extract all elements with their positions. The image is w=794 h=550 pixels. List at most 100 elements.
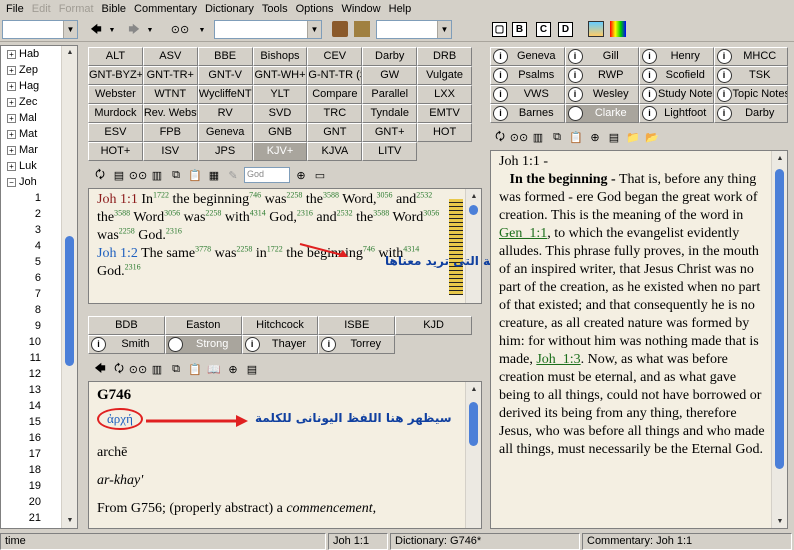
- verse-word[interactable]: was: [184, 210, 206, 225]
- tab-kjv-[interactable]: KJV+: [252, 142, 308, 161]
- menu-bible[interactable]: Bible: [98, 3, 130, 15]
- zoom-icon[interactable]: ⊕: [225, 361, 241, 377]
- verse-word[interactable]: in: [256, 246, 267, 261]
- scroll-up-icon[interactable]: ▲: [772, 151, 787, 165]
- verse-word[interactable]: the beginning: [173, 192, 250, 207]
- tree-chapter[interactable]: 18: [1, 462, 77, 478]
- tab-gnt[interactable]: GNT: [307, 123, 363, 142]
- tree-chapter[interactable]: 15: [1, 414, 77, 430]
- tree-book-hag[interactable]: + Hag: [1, 78, 77, 94]
- tab-fpb[interactable]: FPB: [142, 123, 198, 142]
- tab-geneva[interactable]: Geneva: [197, 123, 253, 142]
- verse-word[interactable]: Word: [393, 210, 424, 225]
- bible-scrollbar[interactable]: ▲: [465, 189, 481, 303]
- strong-number[interactable]: 4314: [403, 244, 419, 253]
- expand-icon[interactable]: +: [7, 49, 16, 59]
- page-icon[interactable]: ▥: [149, 361, 165, 377]
- verse-word[interactable]: and: [396, 192, 416, 207]
- tree-chapter[interactable]: 19: [1, 478, 77, 494]
- binoculars-icon[interactable]: ⊙⊙: [129, 167, 147, 183]
- copy-icon[interactable]: ⧉: [549, 129, 565, 145]
- tab-gnb[interactable]: GNB: [252, 123, 308, 142]
- expand-icon[interactable]: +: [7, 81, 16, 91]
- search-select[interactable]: ▼: [214, 20, 322, 39]
- strong-number[interactable]: 2258: [286, 190, 302, 199]
- strong-number[interactable]: 2258: [119, 226, 135, 235]
- tab-thayer[interactable]: i Thayer: [241, 335, 319, 354]
- tab-litv[interactable]: LITV: [362, 142, 418, 161]
- dropdown-arrow-icon[interactable]: ▼: [437, 21, 451, 38]
- menu-dictionary[interactable]: Dictionary: [201, 3, 258, 15]
- bible-text[interactable]: ▲ Joh 1:1 In1722 the beginning746 was225…: [88, 188, 482, 304]
- verse-word[interactable]: the: [356, 210, 373, 225]
- copy-icon[interactable]: ⧉: [168, 361, 184, 377]
- verse-ruler[interactable]: [449, 199, 463, 295]
- verse-word[interactable]: and: [316, 210, 336, 225]
- verse-word[interactable]: the: [97, 210, 114, 225]
- tree-chapter[interactable]: 21: [1, 510, 77, 526]
- tab-bishops[interactable]: Bishops: [252, 47, 308, 66]
- tab-asv[interactable]: ASV: [142, 47, 198, 66]
- tab-svd[interactable]: SVD: [252, 104, 308, 123]
- tab-esv[interactable]: ESV: [88, 123, 143, 142]
- back-arrow-icon[interactable]: 🡄: [92, 361, 108, 377]
- tab-gnt-tr-[interactable]: GNT-TR+: [142, 66, 198, 85]
- dropdown-arrow-icon[interactable]: ▼: [142, 22, 158, 38]
- scroll-thumb[interactable]: [469, 402, 478, 446]
- tree-chapter[interactable]: 1: [1, 190, 77, 206]
- strong-number[interactable]: 3588: [323, 190, 339, 199]
- tree-chapter[interactable]: 17: [1, 446, 77, 462]
- tab-emtv[interactable]: EMTV: [417, 104, 472, 123]
- expand-icon[interactable]: +: [7, 129, 16, 139]
- tree-chapter[interactable]: 11: [1, 350, 77, 366]
- verse-word[interactable]: the: [306, 192, 323, 207]
- expand-icon[interactable]: +: [7, 65, 16, 75]
- binoculars-icon[interactable]: ⊙⊙: [171, 21, 189, 37]
- tree-chapter[interactable]: 16: [1, 430, 77, 446]
- expand-icon[interactable]: +: [7, 113, 16, 123]
- menu-tools[interactable]: Tools: [258, 3, 292, 15]
- verse-word[interactable]: Word,: [342, 192, 376, 207]
- strong-number[interactable]: 2532: [337, 208, 353, 217]
- module-select[interactable]: ▼: [376, 20, 452, 39]
- tab-rev-webster-[interactable]: Rev. Webster+: [142, 104, 198, 123]
- pencil-icon[interactable]: ✎: [225, 167, 241, 183]
- open-book-icon[interactable]: 📖: [206, 361, 222, 377]
- strong-number[interactable]: 2316: [297, 208, 313, 217]
- tab-parallel[interactable]: Parallel: [362, 85, 418, 104]
- forward-arrow-icon[interactable]: 🡆: [126, 22, 142, 38]
- tab-hot[interactable]: HOT: [417, 123, 472, 142]
- tab-torrey[interactable]: i Torrey: [318, 335, 396, 354]
- expand-icon[interactable]: +: [7, 161, 16, 171]
- tab-rwp[interactable]: i RWP: [564, 66, 639, 85]
- refresh-icon[interactable]: 🗘: [492, 129, 508, 145]
- tree-book-zec[interactable]: + Zec: [1, 94, 77, 110]
- tab-alt[interactable]: ALT: [88, 47, 143, 66]
- strong-number[interactable]: 746: [249, 190, 261, 199]
- tab-mhcc[interactable]: i MHCC: [713, 47, 788, 66]
- verse-word[interactable]: God.: [97, 264, 125, 279]
- tab-gill[interactable]: i Gill: [564, 47, 639, 66]
- tab-wesley[interactable]: i Wesley: [564, 85, 639, 104]
- tab-clarke[interactable]: i Clarke: [564, 104, 639, 123]
- tab-strong[interactable]: i Strong: [164, 335, 242, 354]
- verse-word[interactable]: was: [97, 228, 119, 243]
- strong-number[interactable]: 3588: [373, 208, 389, 217]
- tab-lxx[interactable]: LXX: [417, 85, 472, 104]
- menu-commentary[interactable]: Commentary: [130, 3, 201, 15]
- tab-vulgate[interactable]: Vulgate: [417, 66, 472, 85]
- tab-gnt-wh-[interactable]: GNT-WH+: [252, 66, 308, 85]
- tree-chapter[interactable]: 5: [1, 254, 77, 270]
- menu-format[interactable]: Format: [55, 3, 98, 15]
- tab-lightfoot[interactable]: i Lightfoot: [639, 104, 714, 123]
- scroll-up-icon[interactable]: ▲: [466, 189, 481, 203]
- tree-chapter[interactable]: 8: [1, 302, 77, 318]
- strong-number[interactable]: 1722: [267, 244, 283, 253]
- menu-edit[interactable]: Edit: [28, 3, 55, 15]
- verse-ref[interactable]: Joh 1:1: [97, 192, 138, 207]
- paste-icon[interactable]: 📋: [568, 129, 584, 145]
- tree-chapter[interactable]: 7: [1, 286, 77, 302]
- dropdown-arrow-icon[interactable]: ▼: [104, 22, 120, 38]
- tab-geneva[interactable]: i Geneva: [490, 47, 565, 66]
- strong-number[interactable]: 3778: [195, 244, 211, 253]
